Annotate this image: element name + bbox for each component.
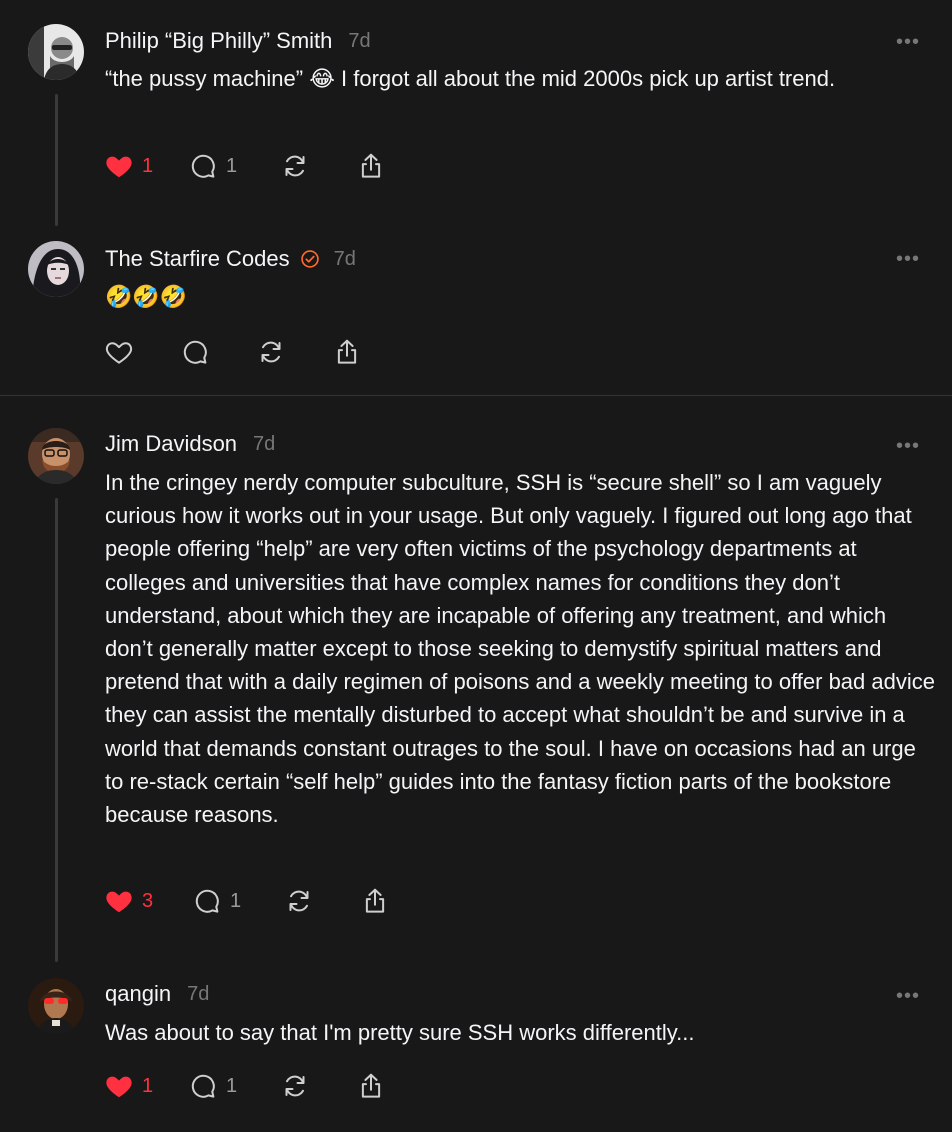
reply-button[interactable]: 1 [188,1071,280,1101]
timestamp: 7d [333,247,356,270]
like-button[interactable]: 3 [104,886,192,916]
post: qangin 7d ••• Was about to say that I'm … [0,978,952,1128]
reply-button[interactable]: 1 [192,886,284,916]
divider [0,395,952,396]
like-button[interactable]: 1 [104,1071,188,1101]
heart-icon [104,337,134,367]
repost-icon [280,1071,310,1101]
post-text: 🤣🤣🤣 [105,285,188,310]
comment-icon [192,886,222,916]
reply-button[interactable] [180,337,256,367]
repost-button[interactable] [256,337,332,367]
timestamp: 7d [348,29,371,52]
comment-icon [188,1071,218,1101]
more-options-icon[interactable]: ••• [896,436,920,456]
reply-count: 1 [226,1074,238,1097]
more-options-icon[interactable]: ••• [896,249,920,269]
heart-filled-icon [104,1071,134,1101]
repost-button[interactable] [280,151,356,181]
avatar[interactable] [28,428,84,484]
action-bar [104,334,362,370]
more-options-icon[interactable]: ••• [896,32,920,52]
action-bar: 3 1 [104,883,390,919]
repost-button[interactable] [280,1071,356,1101]
repost-button[interactable] [284,886,360,916]
share-icon [360,886,390,916]
share-icon [332,337,362,367]
repost-icon [284,886,314,916]
avatar[interactable] [28,978,84,1034]
post-header: qangin 7d [105,979,209,1009]
action-bar: 1 1 [104,148,386,184]
author-name[interactable]: Jim Davidson [105,431,237,457]
action-bar: 1 1 [104,1068,386,1104]
like-button[interactable]: 1 [104,151,188,181]
avatar[interactable] [28,24,84,80]
post-text: “the pussy machine” 😂 I forgot all about… [105,66,836,91]
timestamp: 7d [253,432,276,455]
post: The Starfire Codes 7d ••• 🤣🤣🤣 [0,241,952,391]
heart-filled-icon [104,151,134,181]
author-name[interactable]: The Starfire Codes [105,246,290,272]
post: Jim Davidson 7d ••• In the cringey nerdy… [0,428,952,968]
like-count: 1 [142,154,154,177]
like-count: 3 [142,889,154,912]
post-text: Was about to say that I'm pretty sure SS… [105,1020,695,1045]
like-button[interactable] [104,337,180,367]
more-options-icon[interactable]: ••• [896,986,920,1006]
share-button[interactable] [332,337,362,367]
share-icon [356,1071,386,1101]
share-button[interactable] [356,1071,386,1101]
repost-icon [280,151,310,181]
post-header: The Starfire Codes 7d [105,244,356,274]
reply-button[interactable]: 1 [188,151,280,181]
timestamp: 7d [187,982,210,1005]
reply-count: 1 [226,154,238,177]
post-text: In the cringey nerdy computer subculture… [105,470,935,828]
heart-filled-icon [104,886,134,916]
post-header: Jim Davidson 7d [105,429,275,459]
author-name[interactable]: Philip “Big Philly” Smith [105,28,332,54]
share-button[interactable] [360,886,390,916]
author-name[interactable]: qangin [105,981,171,1007]
reply-count: 1 [230,889,242,912]
thread-line [55,94,58,226]
verified-badge-icon [300,250,319,268]
comment-icon [188,151,218,181]
avatar[interactable] [28,241,84,297]
post: Philip “Big Philly” Smith 7d ••• “the pu… [0,24,952,234]
share-icon [356,151,386,181]
post-header: Philip “Big Philly” Smith 7d [105,26,371,56]
comment-icon [180,337,210,367]
repost-icon [256,337,286,367]
thread-line [55,498,58,962]
like-count: 1 [142,1074,154,1097]
share-button[interactable] [356,151,386,181]
